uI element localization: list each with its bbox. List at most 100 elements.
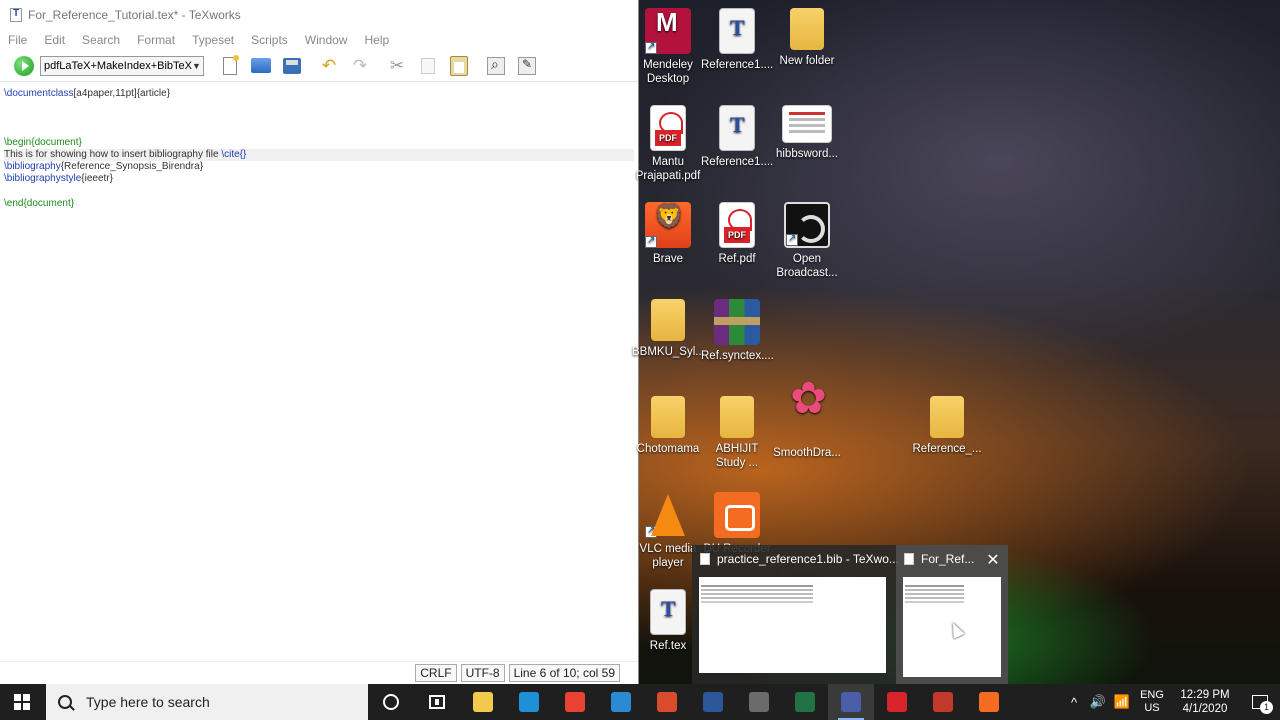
task-view-button[interactable] bbox=[414, 684, 460, 720]
taskbar-app-du-recorder[interactable] bbox=[966, 684, 1012, 720]
taskbar-app-texworks[interactable] bbox=[828, 684, 874, 720]
desktop-icon-label: Mendeley Desktop bbox=[643, 59, 693, 85]
editor-line[interactable] bbox=[4, 125, 634, 137]
desktop-icon[interactable]: Ref.synctex.... bbox=[701, 299, 774, 363]
cut-button[interactable]: ✂ bbox=[385, 54, 409, 78]
copy-button[interactable] bbox=[416, 54, 440, 78]
code-token: \documentclass bbox=[4, 88, 74, 99]
editor-line[interactable]: \documentclass[a4paper,11pt]{article} bbox=[4, 88, 634, 100]
desktop-icon[interactable]: Open Broadcast... bbox=[771, 202, 843, 280]
close-icon[interactable]: ✕ bbox=[984, 550, 1002, 570]
texworks-file-icon bbox=[719, 105, 755, 151]
vlc-icon bbox=[645, 492, 691, 538]
start-button[interactable] bbox=[0, 684, 44, 720]
editor-line[interactable]: This is for showing how to insert biblio… bbox=[4, 148, 634, 162]
desktop-icon[interactable]: BBMKU_Syl... bbox=[632, 299, 705, 359]
desktop-icon[interactable]: Mantu Prajapati.pdf bbox=[632, 105, 704, 183]
desktop-icon[interactable]: ABHIJIT Study ... bbox=[701, 396, 773, 470]
taskbar-app-visual-studio[interactable] bbox=[598, 684, 644, 720]
taskbar-app-app-red[interactable] bbox=[644, 684, 690, 720]
desktop-icon[interactable]: Ref.pdf bbox=[701, 202, 773, 266]
editor-line[interactable]: \bibliographystyle{ieeetr} bbox=[4, 173, 634, 185]
source-editor[interactable]: \documentclass[a4paper,11pt]{article} \be… bbox=[0, 83, 638, 658]
cursor-position-indicator[interactable]: Line 6 of 10; col 59 bbox=[508, 663, 620, 682]
desktop-icon[interactable]: SmoothDra... bbox=[771, 392, 843, 460]
taskbar-app-excel[interactable] bbox=[782, 684, 828, 720]
system-tray: ^ 🔊 📶 ENG US 12:29 PM 4/1/2020 1 bbox=[1062, 684, 1280, 720]
desktop-icon[interactable]: Reference_... bbox=[911, 396, 983, 456]
paste-button[interactable] bbox=[447, 54, 471, 78]
word-icon bbox=[703, 692, 723, 712]
desktop-icon-label: Brave bbox=[652, 253, 684, 265]
menu-typeset[interactable]: Typeset bbox=[192, 33, 243, 47]
line-ending-indicator[interactable]: CRLF bbox=[415, 663, 457, 682]
preview-thumbnail bbox=[699, 577, 886, 673]
desktop-icon[interactable]: Reference1.... bbox=[701, 105, 773, 169]
menu-edit[interactable]: Edit bbox=[44, 33, 74, 47]
typeset-engine-select[interactable]: pdfLaTeX+MakeIndex+BibTeX ▼ bbox=[40, 55, 204, 76]
menu-format[interactable]: Format bbox=[137, 33, 184, 47]
code-token: [a4paper,11pt]{article} bbox=[73, 88, 171, 99]
desktop-icon[interactable]: Mendeley Desktop bbox=[632, 8, 704, 86]
app-checkered-icon bbox=[933, 692, 953, 712]
typeset-run-button[interactable] bbox=[14, 55, 34, 76]
editor-line[interactable]: \bibliography{Reference_Synopsis_Birendr… bbox=[4, 161, 634, 173]
desktop-icon[interactable]: New folder bbox=[771, 8, 843, 68]
code-token: \end{document} bbox=[4, 197, 75, 209]
editor-line[interactable]: \end{document} bbox=[4, 198, 634, 210]
language-indicator[interactable]: ENG US bbox=[1134, 689, 1170, 715]
wifi-icon[interactable]: 📶 bbox=[1110, 694, 1134, 710]
preview-title: practice_reference1.bib - TeXwo... bbox=[717, 552, 899, 566]
editor-line[interactable]: \begin{document} bbox=[4, 137, 634, 149]
menu-search[interactable]: Search bbox=[82, 33, 129, 47]
chevron-up-icon[interactable]: ^ bbox=[1062, 695, 1086, 710]
taskbar-preview-flyout: practice_reference1.bib - TeXwo... For_R… bbox=[692, 545, 1008, 684]
menu-scripts[interactable]: Scripts bbox=[251, 33, 297, 47]
menu-window[interactable]: Window bbox=[305, 33, 357, 47]
cortana-icon bbox=[383, 694, 399, 710]
obs-icon bbox=[784, 202, 830, 248]
taskbar-app-acrobat[interactable] bbox=[874, 684, 920, 720]
smoothdraw-icon bbox=[784, 392, 830, 442]
save-button[interactable] bbox=[280, 54, 304, 78]
desktop-icon-label: Reference_... bbox=[912, 443, 982, 455]
editor-line[interactable] bbox=[4, 100, 634, 112]
clock[interactable]: 12:29 PM 4/1/2020 bbox=[1170, 688, 1240, 716]
undo-button[interactable]: ↶ bbox=[317, 54, 341, 78]
taskbar-app-app-checkered[interactable] bbox=[920, 684, 966, 720]
encoding-indicator[interactable]: UTF-8 bbox=[460, 663, 505, 682]
taskbar-app-edge[interactable] bbox=[506, 684, 552, 720]
menu-help[interactable]: Help bbox=[364, 33, 398, 47]
taskbar-app-word[interactable] bbox=[690, 684, 736, 720]
menu-file[interactable]: File bbox=[8, 33, 36, 47]
replace-icon bbox=[518, 56, 536, 75]
desktop-icon[interactable]: Reference1.... bbox=[701, 8, 773, 72]
replace-button[interactable] bbox=[515, 54, 539, 78]
editor-line[interactable] bbox=[4, 186, 634, 198]
preview-item-tex[interactable]: For_Ref... ✕ bbox=[896, 545, 1008, 684]
taskbar-app-file-explorer[interactable] bbox=[460, 684, 506, 720]
taskbar-app-video-editor[interactable] bbox=[736, 684, 782, 720]
taskbar-search[interactable] bbox=[46, 684, 368, 720]
app-red-icon bbox=[657, 692, 677, 712]
open-file-button[interactable] bbox=[249, 54, 273, 78]
notification-center-button[interactable]: 1 bbox=[1240, 695, 1280, 714]
taskbar-app-chrome[interactable] bbox=[552, 684, 598, 720]
desktop-icon[interactable]: hibbsword... bbox=[771, 105, 843, 161]
du-recorder-icon bbox=[714, 492, 760, 538]
speaker-icon[interactable]: 🔊 bbox=[1086, 694, 1110, 710]
zip-folder-icon bbox=[720, 396, 754, 438]
texworks-file-icon bbox=[650, 589, 686, 635]
editor-line[interactable] bbox=[4, 112, 634, 124]
title-bar[interactable]: For_Reference_Tutorial.tex* - TeXworks bbox=[0, 0, 638, 30]
redo-button[interactable]: ↷ bbox=[348, 54, 372, 78]
new-file-button[interactable] bbox=[218, 54, 242, 78]
desktop-icon-label: Reference1.... bbox=[701, 156, 774, 168]
desktop-icon[interactable]: Chotomama bbox=[632, 396, 704, 456]
preview-item-bib[interactable]: practice_reference1.bib - TeXwo... bbox=[692, 545, 899, 684]
cortana-button[interactable] bbox=[368, 684, 414, 720]
desktop-icon[interactable]: Brave bbox=[632, 202, 704, 266]
find-button[interactable] bbox=[484, 54, 508, 78]
redo-icon: ↷ bbox=[352, 55, 368, 75]
search-input[interactable] bbox=[86, 694, 346, 710]
